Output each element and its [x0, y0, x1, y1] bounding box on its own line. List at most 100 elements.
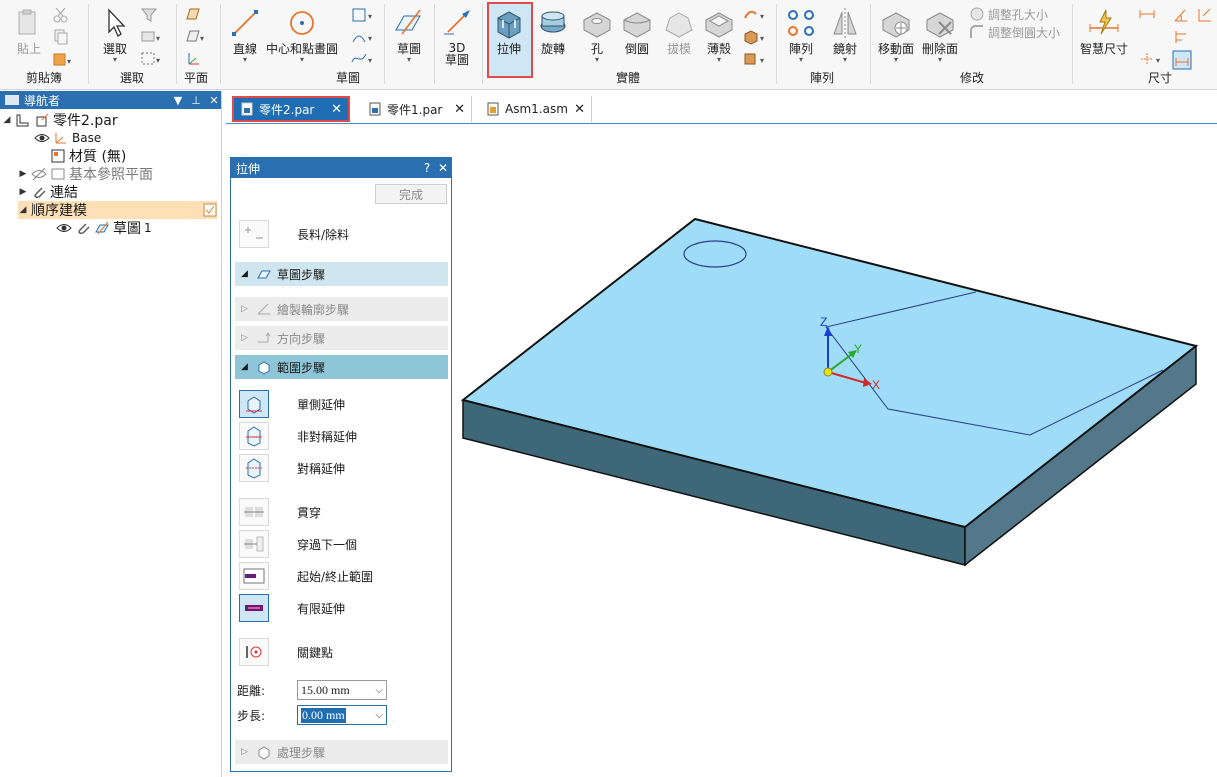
step-sketch[interactable]: ◢ 草圖步驟: [235, 262, 448, 286]
close-icon[interactable]: ✕: [435, 161, 451, 175]
step-extent[interactable]: ◢ 範圍步驟: [235, 355, 448, 379]
cut-icon[interactable]: [52, 6, 70, 24]
close-icon[interactable]: ✕: [207, 94, 221, 107]
expand-arrow-icon[interactable]: ▶: [18, 187, 28, 197]
sweep-icon[interactable]: ▾: [742, 6, 768, 24]
angle-dimension-icon[interactable]: [1172, 6, 1190, 24]
tree-item-part[interactable]: ◢ 零件2.par: [2, 111, 118, 129]
option-single-side[interactable]: 單側延伸: [239, 390, 345, 418]
tree-sketch-number: 1: [144, 221, 152, 235]
filter-icon[interactable]: [140, 6, 158, 24]
select-mode-icon[interactable]: ▾: [140, 28, 162, 46]
step-combo[interactable]: 0.00 mm ⌵: [297, 705, 387, 725]
smart-dimension-button[interactable]: 智慧尺寸: [1080, 6, 1128, 56]
revolve-button[interactable]: 旋轉: [536, 6, 570, 56]
finish-button[interactable]: 完成: [375, 184, 447, 204]
round-button[interactable]: 倒圓: [620, 6, 654, 56]
delete-face-button[interactable]: 刪除面 ▾: [922, 6, 958, 64]
tree-item-base[interactable]: Base: [34, 129, 101, 147]
sketch-button[interactable]: 草圖 ▾: [392, 6, 426, 64]
tree-item-links[interactable]: ▶ 連結: [18, 183, 78, 201]
separator: [176, 4, 177, 84]
symmetric-button[interactable]: [239, 454, 269, 482]
circle-by-center-button[interactable]: 中心和點畫圓 ▾: [266, 6, 338, 64]
plane-icon[interactable]: [184, 6, 202, 24]
tree-item-material[interactable]: 材質 (無): [50, 147, 126, 165]
step-treatment[interactable]: ▷ 處理步驟: [235, 740, 448, 764]
option-keypoint[interactable]: 關鍵點: [239, 638, 333, 666]
resize-round-button[interactable]: 調整倒圓大小: [968, 23, 1060, 41]
coordinate-system-icon[interactable]: [184, 50, 206, 68]
copy-icon[interactable]: [52, 28, 70, 46]
tree-item-ordered[interactable]: ◢ 順序建模: [18, 201, 217, 219]
checkbox-icon[interactable]: [203, 203, 217, 217]
hole-button[interactable]: 孔 ▾: [580, 6, 614, 64]
add-remove-toggle[interactable]: 長料/除料: [239, 220, 349, 248]
pattern-button[interactable]: 陣列 ▾: [784, 6, 818, 64]
axial-dimension-icon[interactable]: [1172, 28, 1190, 46]
extrude-button[interactable]: 拉伸: [492, 6, 526, 56]
loft-icon[interactable]: ▾: [742, 28, 768, 46]
chevron-down-icon[interactable]: ⌵: [375, 685, 383, 696]
arc-icon[interactable]: ▾: [350, 28, 376, 46]
pin-icon[interactable]: ⊥: [189, 94, 203, 107]
option-asymmetric[interactable]: 非對稱延伸: [239, 422, 357, 450]
option-symmetric[interactable]: 對稱延伸: [239, 454, 345, 482]
add-body-icon[interactable]: ▾: [742, 50, 768, 68]
hidden-eye-icon[interactable]: [31, 166, 47, 182]
hole-label: 孔: [590, 42, 603, 56]
eye-icon[interactable]: [34, 130, 50, 146]
draft-button[interactable]: 拔模: [662, 6, 696, 56]
tree-item-sketch[interactable]: 草圖 1: [56, 219, 152, 237]
tab-part2[interactable]: 零件2.par ✕: [232, 96, 350, 122]
distance-dimension-icon[interactable]: [1138, 6, 1156, 24]
curve-icon[interactable]: ▾: [350, 50, 376, 68]
resize-hole-button[interactable]: 調整孔大小: [968, 5, 1048, 23]
move-face-button[interactable]: 移動面 ▾: [878, 6, 914, 64]
format-painter-icon[interactable]: ▾: [52, 50, 74, 68]
sketch-3d-button[interactable]: 3D 草圖: [440, 6, 474, 66]
tab-part1[interactable]: 零件1.par ✕: [362, 96, 472, 122]
option-through-next[interactable]: 穿過下一個: [239, 530, 357, 558]
select-button[interactable]: 選取 ▾: [98, 6, 132, 64]
mirror-button[interactable]: 鏡射 ▾: [828, 6, 862, 64]
line-button[interactable]: 直線 ▾: [228, 6, 262, 64]
option-from-to[interactable]: 起始/終止範圍: [239, 562, 373, 590]
triad-origin[interactable]: [823, 367, 833, 377]
tab-asm1[interactable]: Asm1.asm ✕: [480, 96, 592, 122]
paste-button[interactable]: 貼上: [12, 6, 46, 56]
distance-combo[interactable]: 15.00 mm ⌵: [297, 680, 387, 700]
rectangle-icon[interactable]: ▾: [350, 6, 376, 24]
thin-wall-button[interactable]: 薄殼 ▾: [702, 6, 736, 64]
help-icon[interactable]: ?: [419, 161, 435, 175]
expand-arrow-icon[interactable]: ▶: [18, 169, 28, 179]
keypoint-button[interactable]: [239, 638, 269, 666]
coordinate-dimension-icon[interactable]: [1196, 6, 1214, 24]
eye-icon[interactable]: [56, 220, 72, 236]
asymmetric-button[interactable]: [239, 422, 269, 450]
collapse-arrow-icon[interactable]: ◢: [18, 205, 28, 215]
step-direction[interactable]: ▷ 方向步驟: [235, 326, 448, 350]
symmetric-dimension-icon[interactable]: ▾: [1138, 50, 1164, 68]
step-draw-profile[interactable]: ▷ 繪製輪廓步驟: [235, 297, 448, 321]
coincident-plane-icon[interactable]: ▾: [184, 28, 206, 46]
through-next-button[interactable]: [239, 530, 269, 558]
add-remove-button[interactable]: [239, 220, 269, 248]
delete-face-label: 刪除面: [922, 42, 959, 56]
through-all-button[interactable]: [239, 498, 269, 526]
from-to-button[interactable]: [239, 562, 269, 590]
tree-item-ref-planes[interactable]: ▶ 基本參照平面: [18, 165, 153, 183]
close-icon[interactable]: ✕: [331, 102, 342, 117]
collapse-arrow-icon[interactable]: ◢: [2, 115, 12, 125]
dimension-style-icon[interactable]: [1172, 50, 1192, 70]
finite-button[interactable]: [239, 594, 269, 622]
box-select-icon[interactable]: ▾: [140, 50, 162, 68]
navigator-menu-icon[interactable]: ▼: [171, 94, 185, 107]
option-finite[interactable]: 有限延伸: [239, 594, 345, 622]
close-icon[interactable]: ✕: [454, 102, 465, 117]
chevron-down-icon[interactable]: ⌵: [375, 710, 383, 721]
option-through-all[interactable]: 貫穿: [239, 498, 321, 526]
close-icon[interactable]: ✕: [574, 102, 585, 117]
single-side-button[interactable]: [239, 390, 269, 418]
graphics-window[interactable]: Z Y X: [456, 124, 1217, 777]
